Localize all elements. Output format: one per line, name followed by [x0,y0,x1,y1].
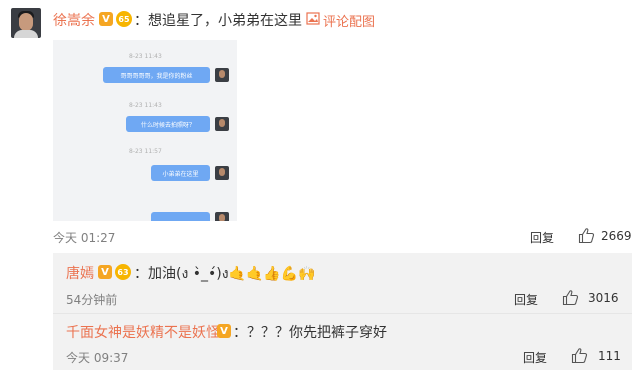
reply-button[interactable]: 回复 [514,291,538,308]
reply-time: 54分钟前 [66,293,118,307]
reply-username[interactable]: 唐嫣 [66,263,94,283]
fan-medal-icon: 65 [116,11,132,27]
comment-time: 今天 01:27 [53,231,116,245]
chat-avatar [215,68,229,82]
like-count: 111 [598,349,621,363]
divider [53,313,632,314]
chat-bubble: 小弟弟在这里 [151,165,210,181]
reply-time: 今天 09:37 [66,351,129,365]
reply-colon: ： [134,266,148,282]
chat-timestamp: 8-23 11:57 [129,148,162,155]
chat-avatar [215,212,229,221]
comment-text: 想追星了，小弟弟在这里 [148,13,302,29]
comment-image[interactable]: 8-23 11:43 哥哥哥哥哥，我是你的粉丝 8-23 11:43 什么时候去… [53,40,237,221]
fan-medal-icon: 63 [115,264,131,280]
chat-bubble: 什么时候去拍照呀？ [126,116,210,132]
verified-badge-icon: V [98,265,112,279]
comment-image-link[interactable]: 评论配图 [323,11,375,30]
image-icon[interactable] [306,12,320,25]
thumbs-up-icon[interactable] [578,227,595,244]
thumbs-up-icon[interactable] [562,289,579,306]
chat-timestamp: 8-23 11:43 [129,102,162,109]
thumbs-up-icon[interactable] [571,347,588,364]
verified-badge-icon: V [99,12,113,26]
comment-colon: ： [134,13,148,29]
comment-username[interactable]: 徐嵩余 [53,10,95,30]
reply-text: 加油(ง •̀_•́)ง🤙🤙👍💪🙌 [148,266,316,282]
chat-bubble: 哥哥哥哥哥，我是你的粉丝 [103,67,210,83]
chat-avatar [215,117,229,131]
chat-bubble-partial [151,212,210,221]
reply-text: ：？？？你先把裤子穿好 [233,325,387,341]
verified-badge-icon: V [217,324,231,338]
reply-button[interactable]: 回复 [523,349,547,366]
reply-button[interactable]: 回复 [530,229,554,246]
chat-avatar [215,166,229,180]
reply-username[interactable]: 千面女神是妖精不是妖怪 [66,322,220,342]
chat-timestamp: 8-23 11:43 [129,53,162,60]
like-count: 3016 [588,291,619,305]
avatar[interactable] [11,8,41,38]
like-count: 2669 [601,229,632,243]
